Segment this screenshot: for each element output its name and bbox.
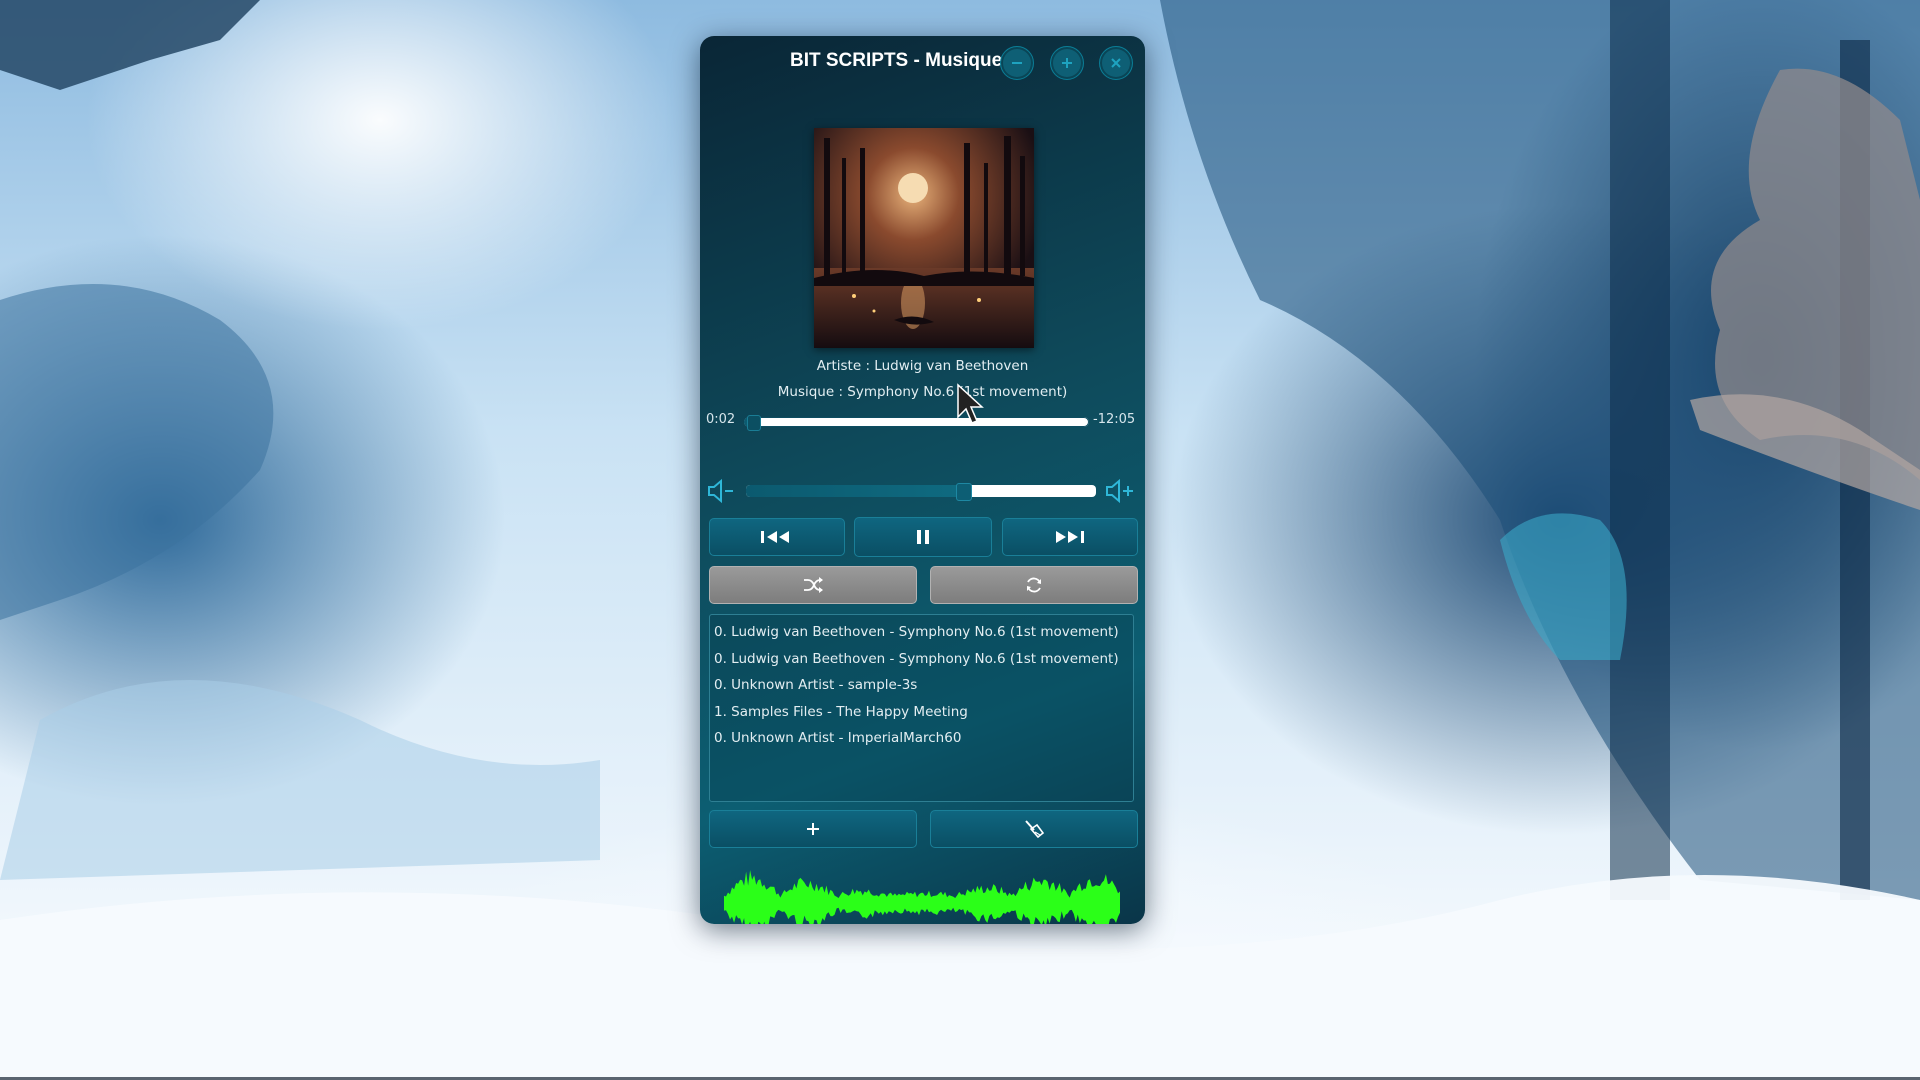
shuffle-icon xyxy=(804,577,823,593)
artist-label: Artiste : Ludwig van Beethoven xyxy=(816,358,1029,374)
broom-icon xyxy=(1025,820,1045,839)
previous-button[interactable] xyxy=(709,518,845,556)
repeat-button[interactable] xyxy=(930,566,1138,604)
next-button[interactable] xyxy=(1002,518,1138,556)
playlist-item[interactable]: 0. Ludwig van Beethoven - Symphony No.6 … xyxy=(710,619,1133,646)
volume-fill xyxy=(746,485,960,497)
volume-up-icon[interactable] xyxy=(1104,478,1136,504)
skip-next-icon xyxy=(1056,531,1084,543)
waveform-shape xyxy=(724,870,1120,924)
playlist-item[interactable]: 0. Unknown Artist - ImperialMarch60 xyxy=(710,725,1133,752)
pause-icon xyxy=(917,530,929,544)
remaining-time: -12:05 xyxy=(1093,412,1136,427)
add-track-button[interactable] xyxy=(709,810,917,848)
volume-slider[interactable] xyxy=(746,483,1096,501)
track-label: Musique : Symphony No.6 (1st movement) xyxy=(777,384,1068,400)
waveform-visualizer xyxy=(724,870,1120,924)
minimize-button[interactable] xyxy=(1000,46,1034,80)
close-button[interactable] xyxy=(1099,46,1133,80)
plus-icon xyxy=(807,823,819,835)
volume-handle[interactable] xyxy=(956,483,972,501)
clear-playlist-button[interactable] xyxy=(930,810,1138,848)
volume-down-icon[interactable] xyxy=(706,478,736,504)
elapsed-time: 0:02 xyxy=(706,412,736,427)
playlist-item[interactable]: 0. Ludwig van Beethoven - Symphony No.6 … xyxy=(710,646,1133,673)
skip-previous-icon xyxy=(761,531,789,543)
pause-button[interactable] xyxy=(854,517,992,557)
title-bar[interactable]: BIT SCRIPTS - Musique xyxy=(700,36,1145,90)
mouse-cursor-icon xyxy=(957,383,984,424)
playlist[interactable]: 0. Ludwig van Beethoven - Symphony No.6 … xyxy=(709,614,1134,802)
close-icon xyxy=(1111,58,1121,68)
progress-slider[interactable] xyxy=(744,415,1089,431)
maximize-button[interactable] xyxy=(1050,46,1084,80)
window-title: BIT SCRIPTS - Musique xyxy=(790,50,1003,71)
playlist-item[interactable]: 1. Samples Files - The Happy Meeting xyxy=(710,699,1133,726)
album-art xyxy=(814,128,1034,348)
repeat-icon xyxy=(1027,577,1041,593)
plus-icon xyxy=(1062,58,1072,68)
shuffle-button[interactable] xyxy=(709,566,917,604)
music-player-window: BIT SCRIPTS - Musique Artiste: Ludwig v… xyxy=(700,36,1145,924)
playlist-item[interactable]: 0. Unknown Artist - sample-3s xyxy=(710,672,1133,699)
progress-handle[interactable] xyxy=(747,415,761,431)
minus-icon xyxy=(1012,62,1022,64)
